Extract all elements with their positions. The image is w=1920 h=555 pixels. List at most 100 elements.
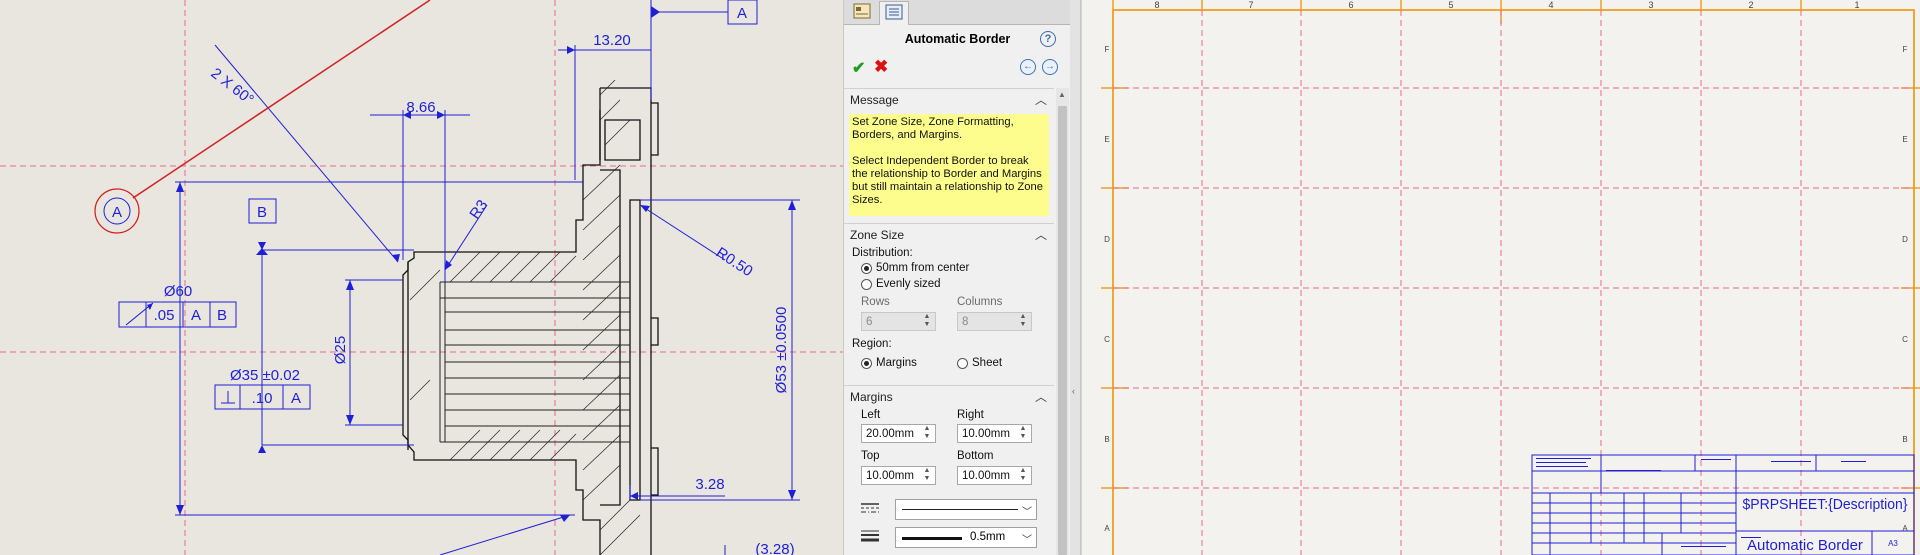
right-spin-arrows-icon[interactable]: ▲ ▼ <box>1016 425 1030 444</box>
rows-spinbox[interactable]: ▲▼ <box>861 312 936 331</box>
bottom-spin-arrows-icon[interactable]: ▲ ▼ <box>1016 467 1030 486</box>
line-style-icon <box>860 501 880 520</box>
column-label-7: 7 <box>1248 0 1253 10</box>
line-weight-icon <box>860 529 880 548</box>
bottom-margin-label: Bottom <box>957 450 994 462</box>
radio-region-sheet[interactable] <box>957 358 968 369</box>
splitter-handle-icon[interactable]: ‹ <box>1072 386 1075 396</box>
dim-dia-25[interactable]: Ø25 <box>332 336 349 364</box>
top-spin-arrows-icon[interactable]: ▲ ▼ <box>920 467 934 486</box>
previous-icon[interactable]: ← <box>1020 59 1036 75</box>
radio-50mm-from-center[interactable] <box>861 263 872 274</box>
columns-spin-arrows-icon[interactable]: ▲ ▼ <box>1016 313 1030 332</box>
region-label: Region: <box>852 338 892 350</box>
column-labels: 8 7 6 5 4 3 2 1 <box>1154 0 1859 10</box>
dim-r3[interactable]: R3 <box>466 197 491 222</box>
panel-scroll-area: Message ︿ Set Zone Size, Zone Formatting… <box>844 88 1071 555</box>
cancel-x-icon[interactable]: ✖ <box>874 57 888 77</box>
fcf-position-datum2: B <box>217 307 227 324</box>
left-margin-input[interactable] <box>864 426 923 441</box>
zone-size-section-header[interactable]: Zone Size ︿ <box>844 223 1054 244</box>
column-label-2: 2 <box>1748 0 1753 10</box>
line-weight-combo[interactable]: 0.5mm ﹀ <box>895 527 1037 548</box>
scrollbar-thumb[interactable] <box>1058 106 1067 555</box>
dim-8-66[interactable]: 8.66 <box>406 99 435 116</box>
tab-sheet-format[interactable] <box>879 1 909 25</box>
property-manager-panel: Automatic Border ? ✔ ✖ ← → Message ︿ Set… <box>843 0 1072 555</box>
ok-check-icon[interactable]: ✔ <box>852 58 865 78</box>
margins-header-label: Margins <box>850 390 893 404</box>
title-block-description[interactable]: $PRPSHEET:{Description} <box>1743 496 1908 513</box>
left-spin-arrows-icon[interactable]: ▲ ▼ <box>920 425 934 444</box>
dim-3-28-lower[interactable]: (3.28) <box>755 541 794 555</box>
region-margins-label: Margins <box>876 357 917 369</box>
panel-action-row: ✔ ✖ ← → <box>844 56 1071 78</box>
margins-section-header[interactable]: Margins ︿ <box>844 385 1054 406</box>
columns-spinbox[interactable]: ▲▼ <box>957 312 1032 331</box>
panel-tab-strip <box>844 0 1071 25</box>
line-style-combo[interactable]: ﹀ <box>895 499 1037 520</box>
rows-spin-arrows-icon[interactable]: ▲ ▼ <box>920 313 934 332</box>
message-header-label: Message <box>850 93 899 107</box>
column-label-5: 5 <box>1448 0 1453 10</box>
column-ticks <box>1112 0 1802 24</box>
top-margin-spinbox[interactable]: ▲▼ <box>861 466 936 485</box>
fcf-position-datum1: A <box>191 307 201 324</box>
help-icon[interactable]: ? <box>1040 31 1056 47</box>
row-labels: F F E E D D C C B B A A <box>1104 45 1908 533</box>
chevron-down-icon[interactable]: ﹀ <box>1022 531 1032 546</box>
panel-splitter[interactable]: ‹ <box>1070 0 1081 555</box>
drawing-sheet-right[interactable]: 87654321 FFEEDDCCBBAA $PRPSHEET:{Descrip… <box>1081 0 1920 555</box>
columns-input[interactable] <box>960 314 1019 329</box>
row-label-F-left: F <box>1105 45 1110 54</box>
dim-13-20[interactable]: 13.20 <box>593 32 631 49</box>
dim-r050[interactable]: R0.50 <box>713 244 756 280</box>
scroll-up-arrow-icon[interactable]: ▲ <box>1058 90 1066 99</box>
rows-input[interactable] <box>864 314 923 329</box>
balloon-leader <box>94 0 431 234</box>
chevron-down-icon[interactable]: ﹀ <box>1022 503 1032 518</box>
sheet-format-icon <box>885 4 903 23</box>
dim-dia-53[interactable]: Ø53 ±0.0500 <box>773 307 790 394</box>
part-section <box>402 87 659 555</box>
message-section-header[interactable]: Message ︿ <box>844 88 1054 109</box>
line-style-preview <box>902 509 1018 510</box>
left-margin-label: Left <box>861 409 881 421</box>
radio-region-margins[interactable] <box>861 358 872 369</box>
title-block-sheet-name[interactable]: Automatic Border <box>1747 537 1863 554</box>
balloon-label: A <box>112 204 122 221</box>
right-margin-label: Right <box>957 409 984 421</box>
collapse-chevron-icon[interactable]: ︿ <box>1035 388 1047 405</box>
top-margin-input[interactable] <box>864 468 923 483</box>
row-label-E-left: E <box>1104 135 1109 144</box>
tab-property-manager[interactable] <box>848 1 876 23</box>
distribution-label: Distribution: <box>852 247 913 259</box>
right-margin-spinbox[interactable]: ▲▼ <box>957 424 1032 443</box>
right-margin-input[interactable] <box>960 426 1019 441</box>
datum-a-label: A <box>737 5 747 22</box>
dim-dia-35[interactable]: Ø35 ±0.02 <box>230 367 300 384</box>
row-label-A-left: A <box>1104 524 1110 533</box>
left-margin-spinbox[interactable]: ▲▼ <box>861 424 936 443</box>
bottom-margin-input[interactable] <box>960 468 1019 483</box>
top-margin-label: Top <box>861 450 880 462</box>
drawing-view-left[interactable]: A A B .05 A B .10 A 13.20 8.66 2 X 60° R… <box>0 0 843 555</box>
panel-title: Automatic Border <box>904 32 1011 46</box>
sheet-zone-grid <box>1113 10 1914 555</box>
panel-scrollbar[interactable]: ▲ <box>1056 88 1069 555</box>
row-label-B-left: B <box>1104 435 1109 444</box>
sheet-inner-border <box>1112 9 1915 555</box>
row-label-B-right: B <box>1902 435 1907 444</box>
dim-dia-60[interactable]: Ø60 <box>164 283 192 300</box>
title-block-size: A3 <box>1888 539 1898 548</box>
row-label-D-left: D <box>1104 235 1110 244</box>
section-view-drawing: A A B .05 A B .10 A 13.20 8.66 2 X 60° R… <box>0 0 843 555</box>
sheet-border-svg: 87654321 F FE ED DC CB BA A $PRPSHEET:{D… <box>1081 0 1920 555</box>
column-label-6: 6 <box>1348 0 1353 10</box>
radio-evenly-sized[interactable] <box>861 279 872 290</box>
collapse-chevron-icon[interactable]: ︿ <box>1035 226 1047 243</box>
collapse-chevron-icon[interactable]: ︿ <box>1035 91 1047 108</box>
bottom-margin-spinbox[interactable]: ▲▼ <box>957 466 1032 485</box>
next-icon[interactable]: → <box>1042 59 1058 75</box>
dim-3-28[interactable]: 3.28 <box>695 476 724 493</box>
